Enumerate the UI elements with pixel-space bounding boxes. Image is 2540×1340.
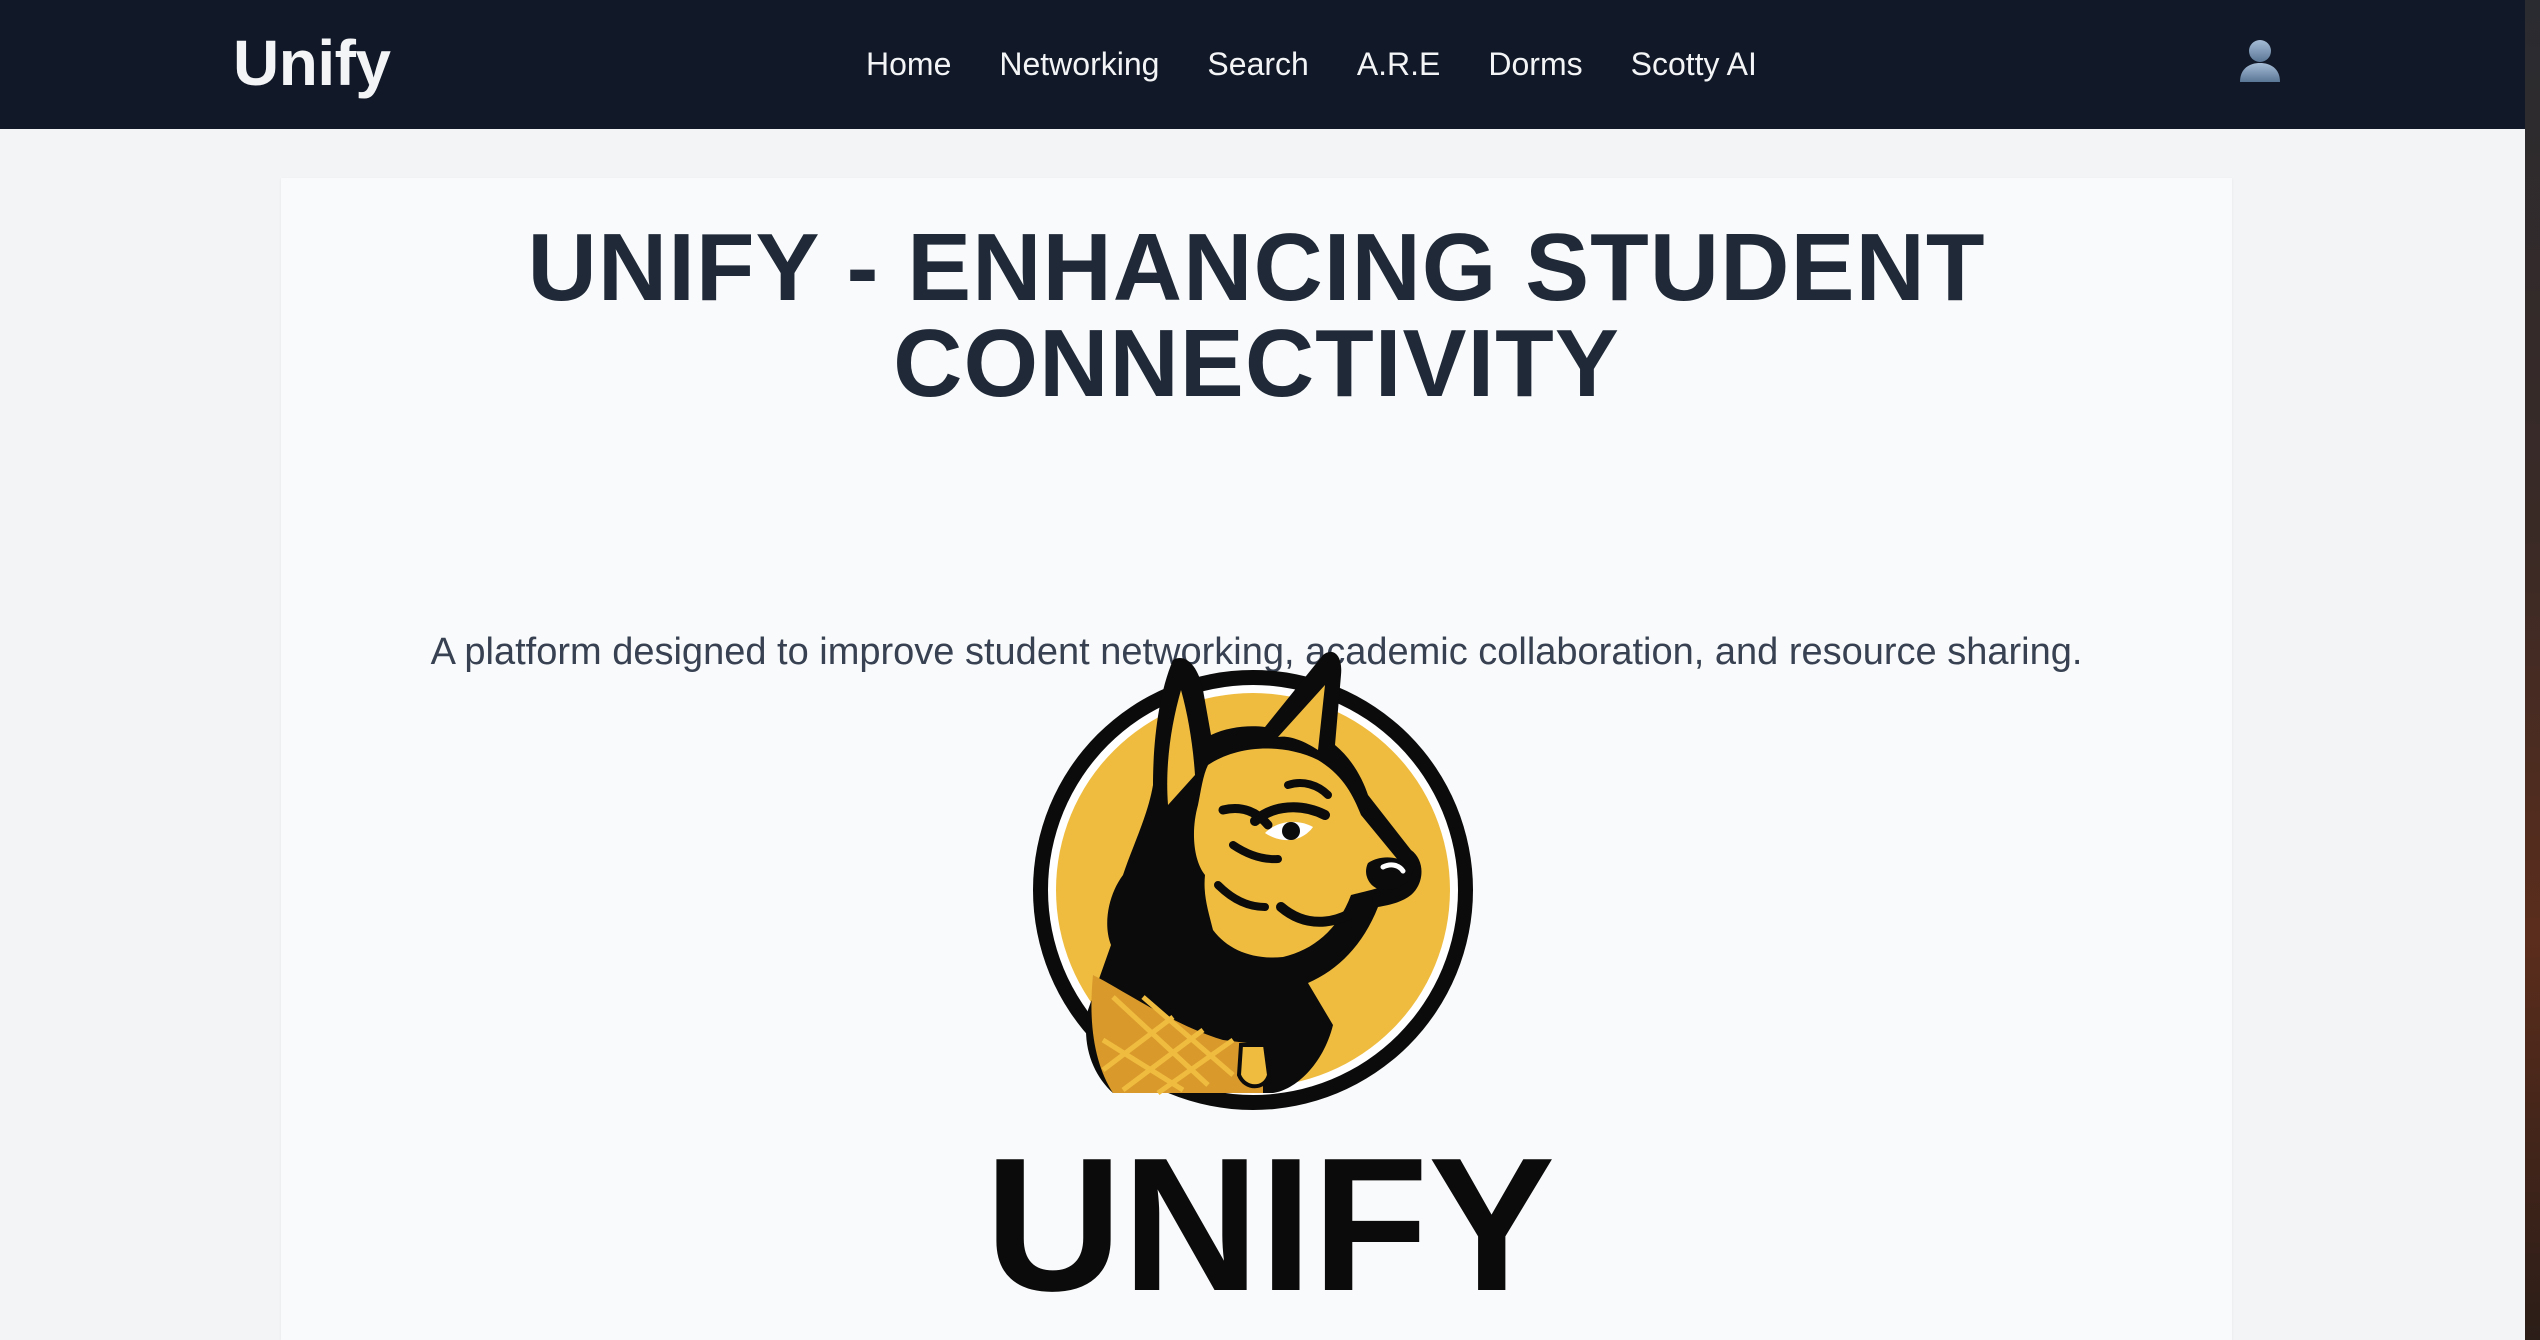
dog-mascot-logo bbox=[1033, 651, 1473, 1110]
page: Unify Home Networking Search A.R.E Dorms… bbox=[0, 0, 2540, 1340]
nav-links: Home Networking Search A.R.E Dorms Scott… bbox=[866, 38, 1757, 90]
nav-link-scotty-ai[interactable]: Scotty AI bbox=[1631, 38, 1757, 90]
page-title: UNIFY - ENHANCING STUDENT CONNECTIVITY bbox=[281, 220, 2232, 412]
top-navbar: Unify Home Networking Search A.R.E Dorms… bbox=[0, 0, 2525, 129]
nav-link-home[interactable]: Home bbox=[866, 38, 951, 90]
user-icon bbox=[2240, 40, 2280, 82]
page-title-line-1: UNIFY - ENHANCING STUDENT bbox=[527, 214, 1986, 321]
unify-wordmark-logo: UNIFY bbox=[985, 1130, 1555, 1310]
unify-wordmark-text: UNIFY bbox=[985, 1130, 1555, 1310]
nav-link-search[interactable]: Search bbox=[1207, 38, 1308, 90]
nav-link-dorms[interactable]: Dorms bbox=[1488, 38, 1582, 90]
user-profile-button[interactable] bbox=[2236, 36, 2284, 84]
nav-link-are[interactable]: A.R.E bbox=[1357, 38, 1441, 90]
page-title-line-2: CONNECTIVITY bbox=[893, 310, 1620, 417]
brand-logo-text[interactable]: Unify bbox=[233, 24, 391, 102]
desktop-edge bbox=[2525, 0, 2540, 1340]
nav-link-networking[interactable]: Networking bbox=[999, 38, 1159, 90]
